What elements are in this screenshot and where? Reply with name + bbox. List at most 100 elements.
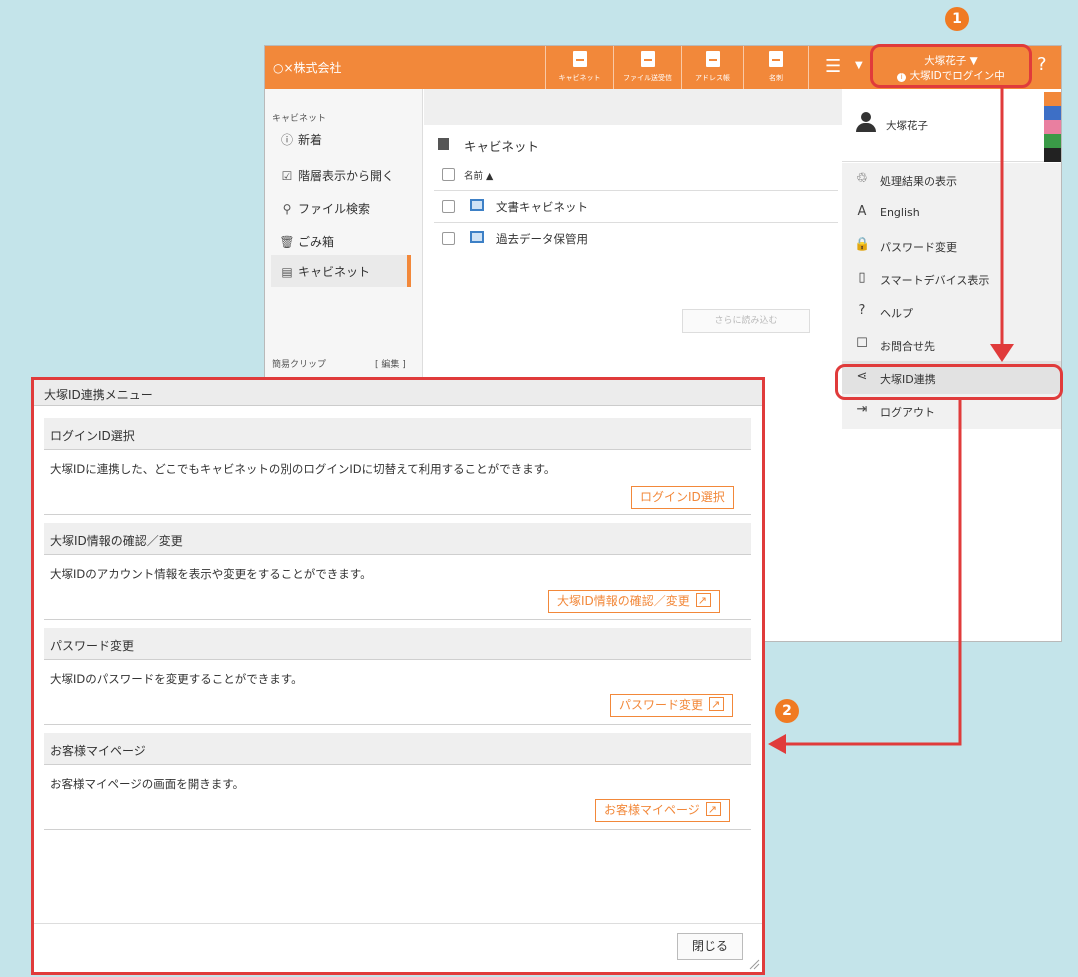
logout-icon: ⇥ <box>856 402 868 417</box>
row-checkbox[interactable] <box>442 200 455 213</box>
menu-item-help[interactable]: ? ヘルプ <box>842 295 1061 328</box>
menu-item-label: パスワード変更 <box>880 241 957 254</box>
highlight-user-box <box>870 44 1032 88</box>
business-card-icon <box>769 51 783 67</box>
sidebar-item-search[interactable]: ⚲ ファイル検索 <box>279 200 370 217</box>
sidebar-item-tree[interactable]: ☑ 階層表示から開く <box>279 167 394 184</box>
sidebar-item-trash[interactable]: 🗑 ごみ箱 <box>279 233 334 250</box>
person-icon <box>856 112 876 132</box>
section-heading-mypage: お客様マイページ <box>44 733 751 765</box>
load-more-button[interactable]: さらに読み込む <box>682 309 810 333</box>
mypage-button[interactable]: お客様マイページ <box>595 799 730 822</box>
cabinet-icon: ▤ <box>281 265 293 279</box>
sidebar-item-label: キャビネット <box>298 265 371 279</box>
company-name: ○×株式会社 <box>273 61 342 75</box>
external-link-icon <box>695 590 711 611</box>
cabinet-button-label: キャビネット <box>558 74 601 82</box>
menu-user-header: 大塚花子 <box>842 89 1044 162</box>
smartphone-icon: ▯ <box>858 270 866 285</box>
row-checkbox[interactable] <box>442 232 455 245</box>
section-divider <box>44 619 751 620</box>
close-button[interactable]: 閉じる <box>677 933 743 960</box>
content-title: キャビネット <box>464 139 540 154</box>
help-icon[interactable]: ? <box>1037 54 1047 75</box>
file-transfer-button-label: ファイル送受信 <box>623 74 672 82</box>
sidebar-item-new[interactable]: ⓘ 新着 <box>279 131 322 148</box>
section-heading-id-info: 大塚ID情報の確認／変更 <box>44 523 751 555</box>
theme-swatch-orange[interactable] <box>1044 92 1061 106</box>
section-description-login-id: 大塚IDに連携した、どこでもキャビネットの別のログインIDに切替えて利用すること… <box>50 462 556 476</box>
login-id-select-button[interactable]: ログインID選択 <box>631 486 734 509</box>
menu-item-label: お問合せ先 <box>880 340 935 353</box>
theme-swatch-pink[interactable] <box>1044 120 1061 134</box>
section-divider <box>44 514 751 515</box>
resize-grip-icon[interactable] <box>748 958 760 970</box>
sidebar-item-label: 階層表示から開く <box>298 169 395 183</box>
theme-swatch-green[interactable] <box>1044 134 1061 148</box>
theme-swatch-blue[interactable] <box>1044 106 1061 120</box>
footer-divider <box>34 923 762 924</box>
help-icon: ? <box>858 303 866 318</box>
menu-item-label: ヘルプ <box>880 307 913 320</box>
password-change-button[interactable]: パスワード変更 <box>610 694 734 717</box>
cabinet-button[interactable]: キャビネット <box>545 46 613 89</box>
business-card-button[interactable]: 名刺 <box>743 46 809 89</box>
button-label: パスワード変更 <box>619 698 704 712</box>
file-transfer-button[interactable]: ファイル送受信 <box>613 46 681 89</box>
sidebar-item-label: ファイル検索 <box>298 202 371 216</box>
menu-item-english[interactable]: A English <box>842 196 1061 229</box>
arrow-head-2 <box>768 734 786 754</box>
select-all-checkbox[interactable] <box>442 168 455 181</box>
sidebar-item-label: ごみ箱 <box>298 235 335 249</box>
id-info-button[interactable]: 大塚ID情報の確認／変更 <box>548 590 720 613</box>
row-name[interactable]: 過去データ保管用 <box>496 231 588 247</box>
new-icon: ⓘ <box>280 133 293 147</box>
menu-user-name: 大塚花子 <box>886 120 928 132</box>
file-transfer-icon <box>640 51 655 67</box>
external-link-icon <box>705 799 721 820</box>
section-heading-login-id: ログインID選択 <box>44 418 751 450</box>
menu-item-smart-device[interactable]: ▯ スマートデバイス表示 <box>842 262 1061 295</box>
sidebar-item-cabinet-inner: ▤ キャビネット <box>279 263 370 280</box>
menu-item-results[interactable]: ♲ 処理結果の表示 <box>842 163 1061 196</box>
tree-icon: ☑ <box>281 169 293 183</box>
step-badge-1: 1 <box>945 7 969 31</box>
sidebar-item-cabinet[interactable]: ▤ キャビネット <box>271 255 411 287</box>
address-book-button-label: アドレス帳 <box>695 74 730 82</box>
address-book-button[interactable]: アドレス帳 <box>681 46 743 89</box>
cabinet-icon <box>438 138 449 150</box>
quick-clip-edit-link[interactable]: [ 編集 ] <box>375 357 406 370</box>
result-icon: ♲ <box>856 171 868 186</box>
highlight-otsuka-id-item <box>835 364 1063 400</box>
contact-icon: ☐ <box>856 336 868 351</box>
cabinet-folder-icon <box>470 231 484 243</box>
menu-arrow-icon[interactable]: ▼ <box>855 60 863 71</box>
trash-icon: 🗑 <box>279 235 295 249</box>
sidebar-item-label: 新着 <box>298 133 323 147</box>
table-row[interactable]: 過去データ保管用 <box>434 223 838 255</box>
theme-swatch-black[interactable] <box>1044 148 1061 162</box>
language-icon: A <box>857 204 867 219</box>
menu-item-label: 処理結果の表示 <box>880 175 957 188</box>
row-name[interactable]: 文書キャビネット <box>496 199 588 215</box>
lock-icon: 🔒 <box>854 237 871 252</box>
menu-item-password[interactable]: 🔒 パスワード変更 <box>842 229 1061 262</box>
dialog-title: 大塚ID連携メニュー <box>34 380 762 406</box>
search-icon: ⚲ <box>282 202 292 216</box>
table-header-row: 名前 ▲ <box>434 159 838 191</box>
menu-item-label: English <box>880 206 920 219</box>
section-divider <box>44 724 751 725</box>
button-label: お客様マイページ <box>604 803 700 817</box>
hamburger-icon[interactable]: ☰ <box>825 56 841 77</box>
menu-item-label: スマートデバイス表示 <box>880 274 990 287</box>
menu-item-contact[interactable]: ☐ お問合せ先 <box>842 328 1061 361</box>
address-book-icon <box>705 51 720 67</box>
name-column-header[interactable]: 名前 ▲ <box>464 168 493 182</box>
button-label: 大塚ID情報の確認／変更 <box>557 594 690 608</box>
external-link-icon <box>709 694 725 715</box>
otsuka-id-dialog: 大塚ID連携メニュー ログインID選択 大塚IDに連携した、どこでもキャビネット… <box>31 377 765 975</box>
quick-clip-label: 簡易クリップ <box>272 360 327 370</box>
section-description-mypage: お客様マイページの画面を開きます。 <box>50 777 245 791</box>
business-card-button-label: 名刺 <box>769 74 783 82</box>
table-row[interactable]: 文書キャビネット <box>434 191 838 223</box>
